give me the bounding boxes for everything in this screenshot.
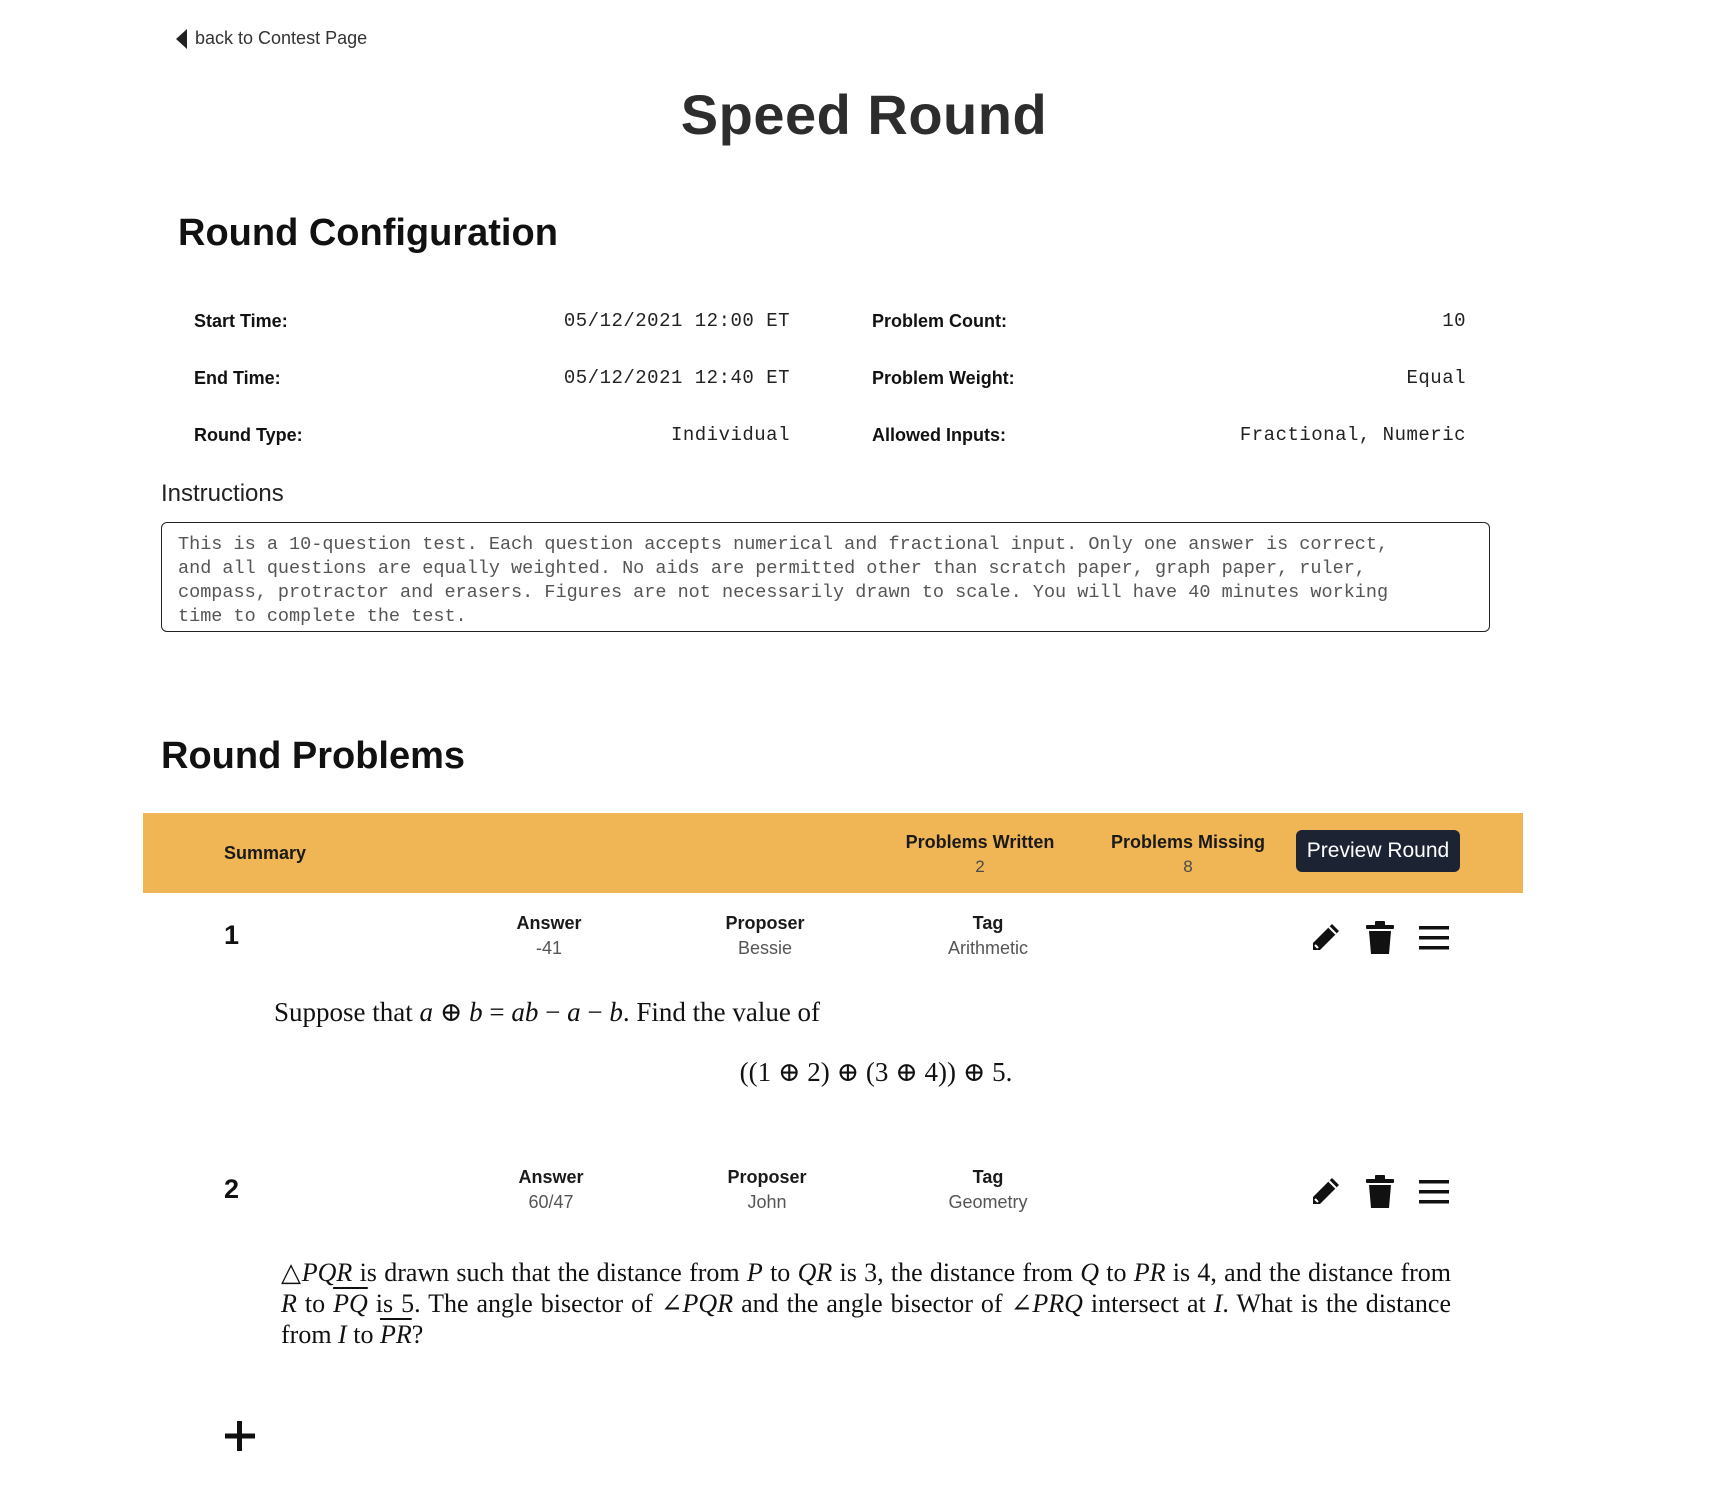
problem-answer: Answer -41 <box>469 913 629 959</box>
instructions-text[interactable]: This is a 10-question test. Each questio… <box>161 522 1490 632</box>
answer-value: -41 <box>535 938 562 958</box>
p1-text-b2: b <box>609 997 623 1027</box>
tag-label: Tag <box>972 913 1004 933</box>
start-time-value: 05/12/2021 12:00 ET <box>563 310 790 332</box>
problem-2-statement: △PQR is drawn such that the distance fro… <box>281 1257 1451 1350</box>
proposer-label: Proposer <box>727 1167 807 1187</box>
p2-prq: PRQ <box>1032 1289 1083 1318</box>
p2-s2: is drawn such that the distance from <box>352 1258 747 1287</box>
p1-text-minus2: − <box>580 997 610 1027</box>
trash-icon <box>1366 1175 1394 1208</box>
problem-tag: Tag Arithmetic <box>908 913 1068 959</box>
end-time-label: End Time: <box>194 368 281 388</box>
proposer-value: John <box>747 1192 787 1212</box>
start-time-label: Start Time: <box>194 311 288 331</box>
problem-proposer: Proposer John <box>687 1167 847 1213</box>
delete-problem-button[interactable] <box>1360 1172 1400 1212</box>
allowed-inputs-label: Allowed Inputs: <box>872 425 1006 445</box>
tag-value: Arithmetic <box>947 938 1028 958</box>
problem-count-value: 10 <box>1442 310 1466 332</box>
delete-problem-button[interactable] <box>1360 918 1400 958</box>
p2-pqr: PQR <box>301 1258 353 1287</box>
problems-written-value: 2 <box>975 857 985 876</box>
problem-answer: Answer 60/47 <box>471 1167 631 1213</box>
edit-problem-button[interactable] <box>1305 1172 1345 1212</box>
reorder-problem-button[interactable] <box>1414 1172 1454 1212</box>
p2-pq-bar: PQ <box>333 1289 368 1318</box>
problem-number: 2 <box>224 1174 240 1204</box>
proposer-value: Bessie <box>737 938 793 958</box>
round-type-value: Individual <box>670 424 790 446</box>
pencil-icon <box>1313 1178 1339 1204</box>
answer-value: 60/47 <box>528 1192 574 1212</box>
pencil-icon <box>1313 924 1339 950</box>
p1-text-op: ⊕ <box>433 997 470 1027</box>
problems-missing-value: 8 <box>1183 857 1193 876</box>
answer-label: Answer <box>518 1167 584 1187</box>
p2-s4: is 3, the distance from <box>832 1258 1081 1287</box>
plus-icon <box>225 1421 255 1451</box>
p1-text-lead: Suppose that <box>274 997 420 1027</box>
round-configuration-heading: Round Configuration <box>178 212 558 254</box>
reorder-problem-button[interactable] <box>1414 918 1454 958</box>
add-problem-button[interactable] <box>222 1418 258 1454</box>
tag-value: Geometry <box>948 1192 1028 1212</box>
end-time-value: 05/12/2021 12:40 ET <box>563 367 790 389</box>
p1-text-a2: a <box>567 997 581 1027</box>
p1-text-b: b <box>469 997 483 1027</box>
p2-s10: intersect at <box>1082 1289 1214 1318</box>
p1-text-eq: = <box>482 997 512 1027</box>
allowed-inputs-value: Fractional, Numeric <box>1239 424 1466 446</box>
round-type-label: Round Type: <box>194 425 303 445</box>
p2-s5: to <box>1098 1258 1134 1287</box>
p1-text-tail: . Find the value of <box>622 997 821 1027</box>
answer-label: Answer <box>516 913 582 933</box>
trash-icon <box>1366 921 1394 954</box>
summary-label: Summary <box>224 843 307 863</box>
caret-left-icon <box>176 28 187 49</box>
preview-round-button[interactable]: Preview Round <box>1296 830 1460 872</box>
p2-s12: to <box>346 1320 380 1349</box>
problem-weight-value: Equal <box>1406 367 1466 389</box>
p2-s3: to <box>762 1258 798 1287</box>
p1-text-minus1: − <box>538 997 568 1027</box>
p2-s7: to <box>296 1289 334 1318</box>
round-problems-heading: Round Problems <box>161 735 466 777</box>
problem-count-label: Problem Count: <box>872 311 1007 331</box>
problem-weight-label: Problem Weight: <box>872 368 1015 388</box>
p2-r: R <box>281 1289 297 1318</box>
p2-pr: PR <box>1133 1258 1166 1287</box>
p2-s13: ? <box>411 1320 424 1349</box>
page-title: Speed Round <box>680 83 1048 146</box>
p2-s8: is 5. The angle bisector of ∠ <box>367 1289 683 1318</box>
p2-q: Q <box>1080 1258 1099 1287</box>
instructions-label: Instructions <box>161 480 284 507</box>
p2-qr: QR <box>797 1258 833 1287</box>
hamburger-menu-icon <box>1419 926 1449 950</box>
edit-problem-button[interactable] <box>1305 918 1345 958</box>
p2-p: P <box>746 1258 763 1287</box>
problem-proposer: Proposer Bessie <box>685 913 845 959</box>
p2-i2: I <box>338 1320 347 1349</box>
p2-triangle: △ <box>281 1258 302 1287</box>
p2-pqr2: PQR <box>682 1289 734 1318</box>
p1-text-a: a <box>419 997 434 1027</box>
hamburger-menu-icon <box>1419 1180 1449 1204</box>
problem-1-statement: Suppose that a ⊕ b = ab − a − b. Find th… <box>274 997 820 1028</box>
p2-s6: is 4, and the distance from <box>1165 1258 1451 1287</box>
problems-missing-label: Problems Missing <box>1110 832 1266 852</box>
p2-pr-bar: PR <box>379 1320 412 1349</box>
back-link-label: back to Contest Page <box>195 28 368 48</box>
problems-written-stat: Problems Written 2 <box>880 832 1080 877</box>
problem-tag: Tag Geometry <box>908 1167 1068 1213</box>
problems-missing-stat: Problems Missing 8 <box>1088 832 1288 877</box>
p1-text-ab: ab <box>511 997 539 1027</box>
problems-written-label: Problems Written <box>905 832 1055 852</box>
tag-label: Tag <box>972 1167 1004 1187</box>
problem-number: 1 <box>224 920 240 950</box>
proposer-label: Proposer <box>725 913 805 933</box>
problem-1-display-equation: ((1 ⊕ 2) ⊕ (3 ⊕ 4)) ⊕ 5. <box>739 1057 1013 1087</box>
back-to-contest-link[interactable]: back to Contest Page <box>176 28 367 49</box>
p2-s9: and the angle bisector of ∠ <box>733 1289 1033 1318</box>
